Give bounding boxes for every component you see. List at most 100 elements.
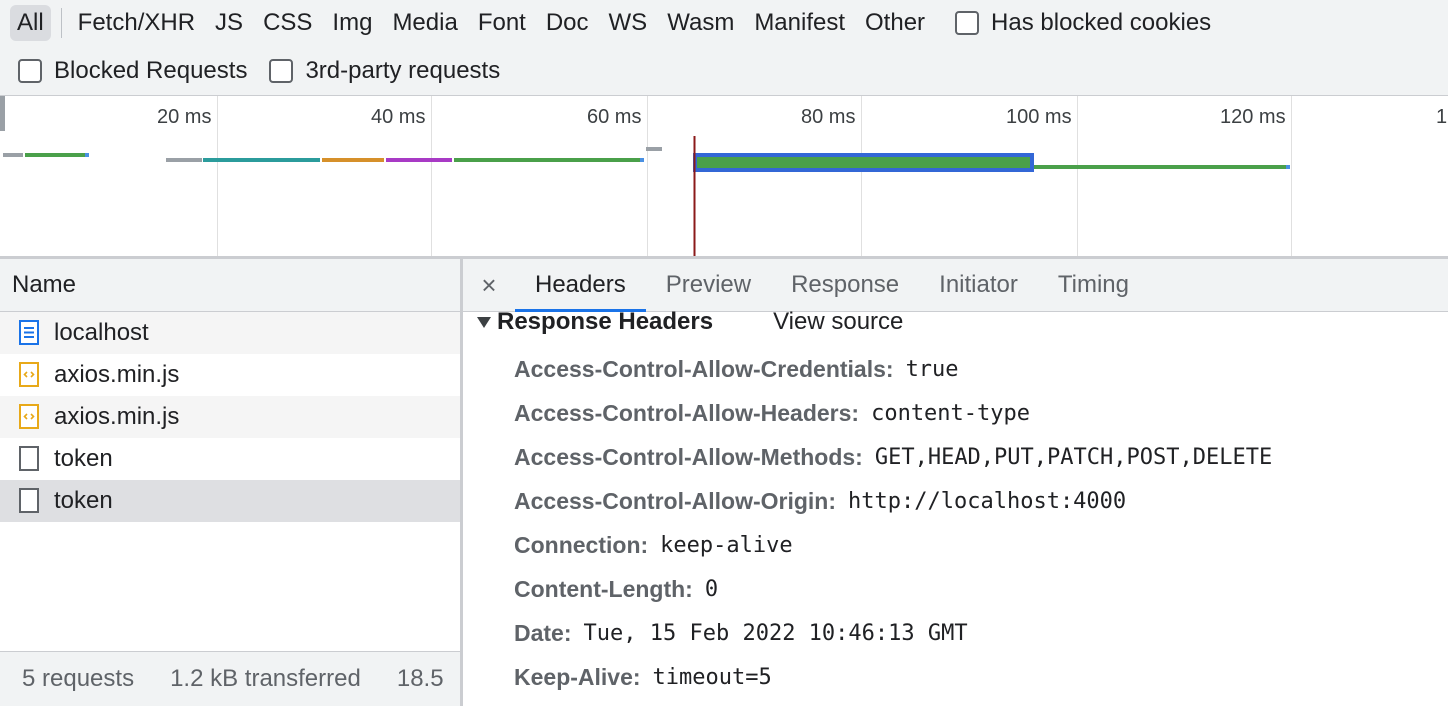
header-value: timeout=5 [652,664,772,690]
document-icon [19,320,39,345]
filter-img[interactable]: Img [322,5,382,41]
header-value: 0 [704,576,719,602]
header-name: Content-Length: [514,575,693,602]
filter-media[interactable]: Media [382,5,467,41]
checkbox-box[interactable] [955,11,980,35]
blocked-requests-label: Blocked Requests [54,57,248,84]
script-icon [19,404,39,429]
triangle-down-icon[interactable] [477,316,491,328]
section-title[interactable]: Response Headers [497,308,713,336]
filter-all[interactable]: All [10,5,51,41]
filter-fetch-xhr[interactable]: Fetch/XHR [68,5,205,41]
header-name: Access-Control-Allow-Origin: [514,487,837,514]
third-party-requests-label: 3rd-party requests [305,57,501,84]
tab-headers[interactable]: Headers [515,259,646,312]
request-count: 5 requests [22,665,135,692]
has-blocked-cookies-label: Has blocked cookies [991,9,1212,36]
header-row: Access-Control-Allow-Origin: http://loca… [514,486,1126,516]
header-value: Tue, 15 Feb 2022 10:46:13 GMT [583,620,968,646]
filter-ws[interactable]: WS [599,5,658,41]
tab-timing[interactable]: Timing [1038,259,1149,311]
filter-divider [60,8,62,38]
tab-initiator[interactable]: Initiator [919,259,1038,311]
filter-doc[interactable]: Doc [536,5,599,41]
tick-label: 80 ms [801,106,856,128]
tick-label: 20 ms [157,106,212,128]
tick-label: 100 ms [1006,106,1072,128]
request-row[interactable]: token [0,438,460,480]
request-name: token [54,487,113,514]
blank-file-icon [19,488,39,513]
filter-other[interactable]: Other [855,5,935,41]
header-row: Access-Control-Allow-Credentials: true [514,354,959,384]
header-row: Date: Tue, 15 Feb 2022 10:46:13 GMT [514,618,968,648]
tick-label: 60 ms [587,106,642,128]
close-icon[interactable]: × [463,270,515,301]
request-name: axios.min.js [54,403,180,430]
blocked-requests-checkbox[interactable]: Blocked Requests [18,57,247,85]
overview-window-handle[interactable] [0,96,5,131]
checkbox-box[interactable] [269,59,294,83]
name-column-header[interactable]: Name [0,259,460,312]
request-list: Name localhost axios.min.js axios.min.js… [0,259,463,706]
third-party-requests-checkbox[interactable]: 3rd-party requests [269,57,500,85]
download-bar [1286,165,1290,169]
request-row[interactable]: axios.min.js [0,354,460,396]
filter-css[interactable]: CSS [253,5,322,41]
response-headers-section[interactable]: Response Headers View source [477,308,903,336]
waiting-bar [3,153,23,157]
waiting-bar [646,147,662,151]
request-row-selected[interactable]: token [0,480,460,522]
network-overview[interactable]: 20 ms 40 ms 60 ms 80 ms 100 ms 120 ms 1 [0,96,1448,256]
tab-response[interactable]: Response [771,259,919,311]
header-value: keep-alive [660,532,793,558]
filter-font[interactable]: Font [468,5,536,41]
header-row: Connection: keep-alive [514,530,793,560]
request-details-panel: × Headers Preview Response Initiator Tim… [463,259,1448,706]
has-blocked-cookies-checkbox[interactable]: Has blocked cookies [955,9,1211,37]
ssl-bar [322,158,384,162]
view-source-link[interactable]: View source [773,308,903,336]
transferred-size: 1.2 kB transferred [170,665,361,692]
details-tab-bar: × Headers Preview Response Initiator Tim… [463,259,1448,312]
resources-size: 18.5 [396,665,444,692]
ttfb-bar [1034,165,1286,169]
header-name: Date: [514,619,572,646]
header-row: Content-Length: 0 [514,574,718,604]
filter-bar: All Fetch/XHR JS CSS Img Media Font Doc … [0,0,1448,96]
network-summary-bar: 5 requests 1.2 kB transferred 18.5 [0,651,460,706]
request-filters: Blocked Requests 3rd-party requests [0,48,500,94]
connection-bar [203,158,320,162]
waiting-bar [166,158,202,162]
request-row[interactable]: axios.min.js [0,396,460,438]
ttfb-bar [25,153,85,157]
header-name: Access-Control-Allow-Methods: [514,443,863,470]
header-name: Access-Control-Allow-Credentials: [514,355,894,382]
download-bar [85,153,89,157]
request-name: axios.min.js [54,361,180,388]
download-bar [640,158,644,162]
selected-request-bar[interactable] [693,153,1034,172]
tick-label: 120 ms [1220,106,1286,128]
tab-preview[interactable]: Preview [646,259,771,311]
resource-type-filters: All Fetch/XHR JS CSS Img Media Font Doc … [0,0,1211,46]
tick-label: 40 ms [371,106,426,128]
filter-wasm[interactable]: Wasm [657,5,744,41]
script-icon [19,362,39,387]
filter-manifest[interactable]: Manifest [744,5,855,41]
checkbox-box[interactable] [18,59,42,83]
header-row: Access-Control-Allow-Headers: content-ty… [514,398,1030,428]
header-value: true [905,356,959,382]
sending-bar [386,158,452,162]
ttfb-bar [454,158,640,162]
header-name: Connection: [514,531,649,558]
header-row: Access-Control-Allow-Methods: GET,HEAD,P… [514,442,1272,472]
tick-label: 1 [1436,106,1448,128]
request-row[interactable]: localhost [0,312,460,354]
request-name: token [54,445,113,472]
request-name: localhost [54,319,149,346]
header-value: content-type [871,400,1031,426]
filter-js[interactable]: JS [205,5,253,41]
blank-file-icon [19,446,39,471]
header-value: http://localhost:4000 [848,488,1127,514]
